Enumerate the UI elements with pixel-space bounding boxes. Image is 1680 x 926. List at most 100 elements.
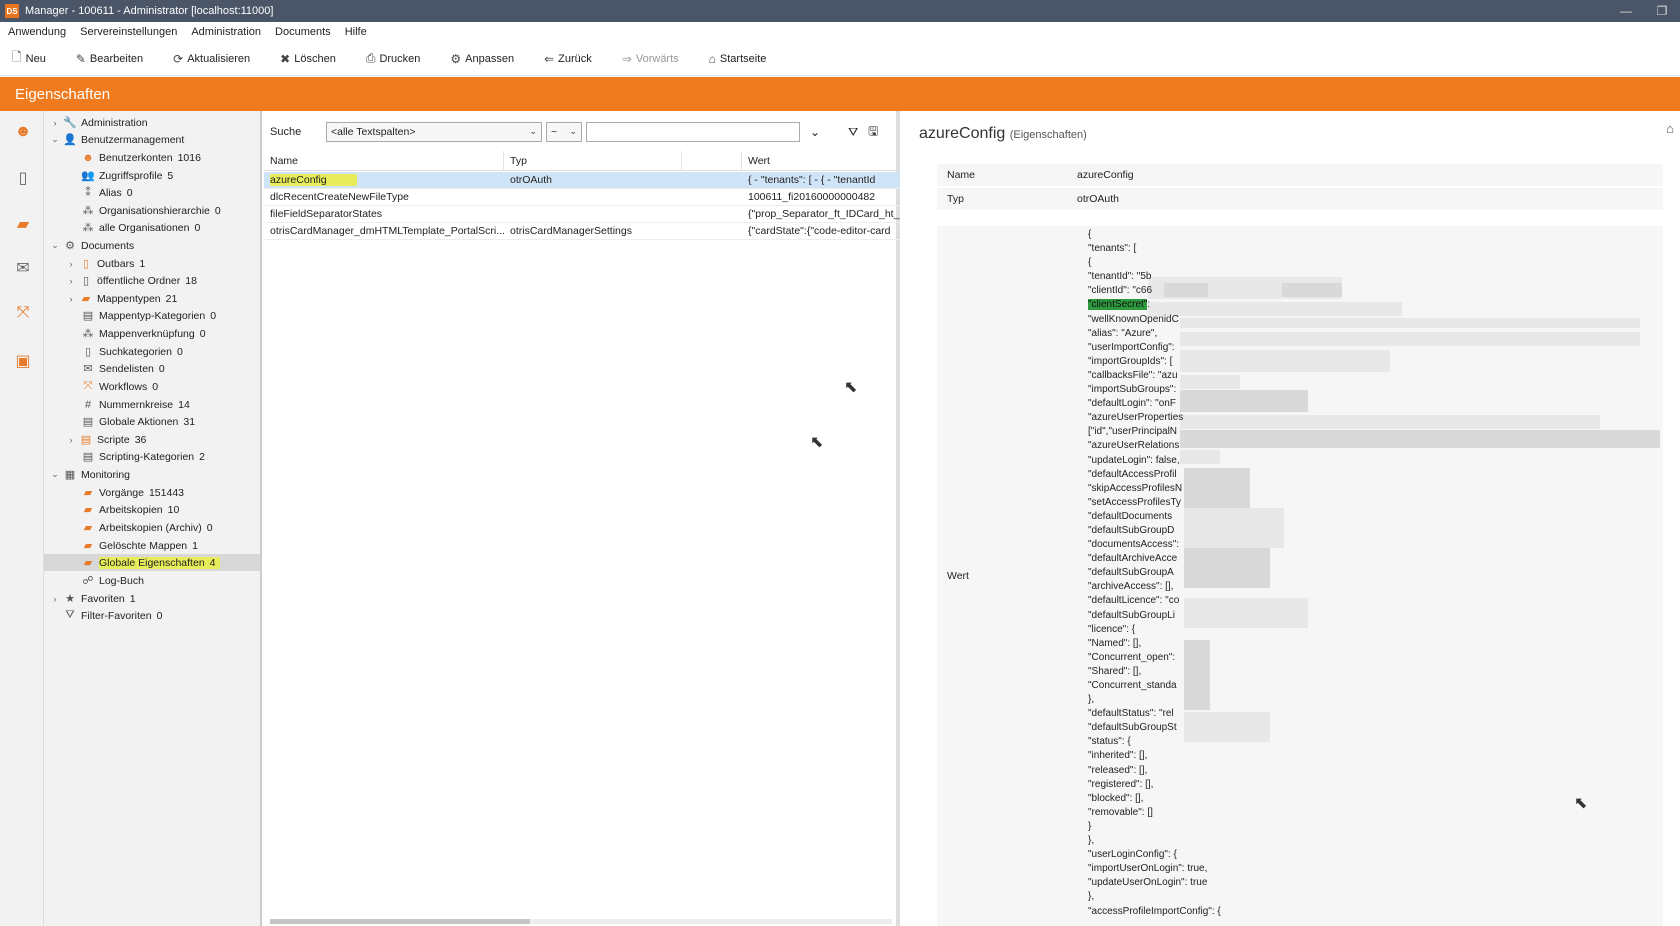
tree-item-filter-favoriten[interactable]: ⛛ Filter-Favoriten 0 <box>62 607 162 624</box>
column-header-wert[interactable]: Wert <box>742 151 900 171</box>
users-icon[interactable]: ☻ <box>12 123 34 145</box>
tree-item-arbeitskopien-archiv[interactable]: ▰ Arbeitskopien (Archiv) 0 <box>80 519 213 536</box>
tree-item-suchkategorien[interactable]: ▯ Suchkategorien 0 <box>80 343 183 360</box>
menu-anwendung[interactable]: Anwendung <box>8 26 66 38</box>
menu-servereinstellungen[interactable]: Servereinstellungen <box>80 26 177 38</box>
tree-item-zugriffsprofile[interactable]: 👥 Zugriffsprofile 5 <box>80 167 173 184</box>
json-line: "defaultDocuments <box>1088 510 1173 522</box>
search-dropdown-chevron-icon[interactable]: ⌄ <box>810 125 820 139</box>
name-value[interactable]: azureConfig <box>1077 169 1663 181</box>
folder-icon: ▰ <box>83 487 93 499</box>
tree-item-alias[interactable]: ⁑ Alias 0 <box>80 184 132 201</box>
table-row[interactable]: otrisCardManager_dmHTMLTemplate_PortalSc… <box>264 223 900 240</box>
expand-chevron-icon[interactable]: › <box>64 259 78 269</box>
edit-button[interactable]: ✎ Bearbeiten <box>76 52 143 66</box>
home-icon[interactable]: ⌂ <box>1666 121 1674 136</box>
forward-arrow-icon: ⇒ <box>621 51 632 66</box>
navigation-tree: › 🔧 Administration ⌄ 👤 Benutzermanagement ☻ B… <box>44 111 262 926</box>
mail-icon[interactable]: ✉ <box>12 258 34 280</box>
tree-item-mappentypen[interactable]: › ▰ Mappentypen 21 <box>64 290 178 307</box>
type-value[interactable]: otrOAuth <box>1077 193 1663 205</box>
expand-chevron-icon[interactable]: › <box>64 435 78 445</box>
tree-item-geloeschte-mappen[interactable]: ▰ Gelöschte Mappen 1 <box>80 537 198 554</box>
tree-item-outbars[interactable]: › ▯ Outbars 1 <box>64 255 146 272</box>
search-category-icon: ▯ <box>84 346 92 358</box>
tree-item-nummernkreise[interactable]: # Nummernkreise 14 <box>80 396 190 413</box>
menu-documents[interactable]: Documents <box>275 26 331 38</box>
json-line: "defaultLicence": "co <box>1088 595 1180 607</box>
delete-button[interactable]: ✖ Löschen <box>280 52 336 66</box>
collapse-chevron-icon[interactable]: ⌄ <box>48 240 62 251</box>
script-icon: ▤ <box>80 434 92 446</box>
tree-item-oeffentliche-ordner[interactable]: › ▯ öffentliche Ordner 18 <box>64 272 197 289</box>
filter-icon[interactable]: ⛛ <box>848 125 858 140</box>
tree-item-sendelisten[interactable]: ✉ Sendelisten 0 <box>80 360 164 377</box>
forward-button[interactable]: ⇒ Vorwärts <box>622 52 679 66</box>
menu-bar: Anwendung Servereinstellungen Administra… <box>0 22 1680 42</box>
search-operator-select[interactable]: ~ ⌄ <box>546 122 582 142</box>
phone-icon[interactable]: ▯ <box>12 168 34 190</box>
tree-item-log-buch[interactable]: ☍ Log-Buch <box>80 572 144 589</box>
menu-hilfe[interactable]: Hilfe <box>345 26 367 38</box>
tree-item-mappenverknuepfung[interactable]: ⁂ Mappenverknüpfung 0 <box>80 325 206 342</box>
column-header-typ[interactable]: Typ <box>504 150 682 171</box>
menu-administration[interactable]: Administration <box>191 26 261 38</box>
grid-header: Name Typ Wert <box>264 150 900 171</box>
toolbar: 🗋 Neu ✎ Bearbeiten ⟳ Aktualisieren ✖ Löschen… <box>0 42 1680 76</box>
expand-chevron-icon[interactable]: › <box>48 118 62 128</box>
expand-chevron-icon[interactable]: › <box>64 276 78 286</box>
tree-item-scripte[interactable]: › ▤ Scripte 36 <box>64 431 147 448</box>
json-value-text[interactable]: {"tenants": [{"tenantId": "5b "clientId":… <box>1088 228 1680 919</box>
tree-item-scripting-kategorien[interactable]: ▤ Scripting-Kategorien 2 <box>80 448 205 465</box>
table-row[interactable]: azureConfig otrOAuth { - "tenants": [ - … <box>264 172 900 189</box>
maximize-icon[interactable]: ❐ <box>1644 4 1680 18</box>
home-button[interactable]: ⌂ Startseite <box>709 52 767 66</box>
horizontal-scrollbar[interactable] <box>270 919 892 924</box>
name-label: Name <box>947 169 976 181</box>
json-line: "defaultAccessProfil <box>1088 468 1177 480</box>
table-row[interactable]: dlcRecentCreateNewFileType 100611_fi2016… <box>264 189 900 206</box>
tree-item-alle-organisationen[interactable]: ⁂ alle Organisationen 0 <box>80 219 201 236</box>
tree-item-globale-aktionen[interactable]: ▤ Globale Aktionen 31 <box>80 413 195 430</box>
collapse-chevron-icon[interactable]: ⌄ <box>48 469 62 480</box>
tree-item-organisationshierarchie[interactable]: ⁂ Organisationshierarchie 0 <box>80 202 221 219</box>
hierarchy-icon: ⁂ <box>82 205 94 217</box>
tree-item-favoriten[interactable]: › ★ Favoriten 1 <box>48 590 136 607</box>
tree-item-benutzermanagement[interactable]: ⌄ 👤 Benutzermanagement <box>48 131 184 148</box>
tree-item-globale-eigenschaften[interactable]: ▰ Globale Eigenschaften 4 <box>44 554 260 571</box>
type-label: Typ <box>947 193 964 205</box>
tree-item-mappentyp-kategorien[interactable]: ▤ Mappentyp-Kategorien 0 <box>80 307 216 324</box>
tree-item-vorgaenge[interactable]: ▰ Vorgänge 151443 <box>80 484 184 501</box>
calendar-icon[interactable]: ▣ <box>12 351 34 373</box>
table-row[interactable]: fileFieldSeparatorStates {"prop_Separato… <box>264 206 900 223</box>
workflow-icon[interactable]: ⤧ <box>12 304 34 326</box>
tree-item-workflows[interactable]: ⤧ Workflows 0 <box>80 378 158 395</box>
json-line: "userLoginConfig": { <box>1088 849 1177 861</box>
expand-chevron-icon[interactable]: › <box>48 594 62 604</box>
left-navigation-rail: ☻ ▯ ▰ ✉ ⤧ ▣ <box>0 111 44 926</box>
tree-item-monitoring[interactable]: ⌄ ▦ Monitoring <box>48 466 130 483</box>
json-line: "defaultLogin": "onF <box>1088 398 1176 410</box>
tree-item-documents[interactable]: ⌄ ⚙ Documents <box>48 237 134 254</box>
column-header-name[interactable]: Name <box>264 150 504 171</box>
tree-item-administration[interactable]: › 🔧 Administration <box>48 114 148 131</box>
minimize-icon[interactable]: — <box>1608 4 1644 18</box>
json-line: "defaultSubGroupA <box>1088 567 1174 579</box>
refresh-button[interactable]: ⟳ Aktualisieren <box>173 52 250 66</box>
expand-chevron-icon[interactable]: › <box>64 294 78 304</box>
collapse-chevron-icon[interactable]: ⌄ <box>48 134 62 145</box>
search-input[interactable] <box>586 122 800 142</box>
print-button[interactable]: ⎙ Drucken <box>366 51 421 66</box>
json-line: "wellKnownOpenidC <box>1088 313 1179 325</box>
json-line: "importGroupIds": [ <box>1088 355 1173 367</box>
search-column-select[interactable]: <alle Textspalten> ⌄ <box>326 122 542 142</box>
save-icon[interactable]: 🖫 <box>868 122 878 143</box>
new-button[interactable]: 🗋 Neu <box>12 48 46 69</box>
scrollbar-thumb[interactable] <box>270 919 530 924</box>
customize-button[interactable]: ⚙ Anpassen <box>450 52 514 66</box>
folder-icon[interactable]: ▰ <box>12 214 34 236</box>
back-button[interactable]: ⇐ Zurück <box>544 52 592 66</box>
tree-item-benutzerkonten[interactable]: ☻ Benutzerkonten 1016 <box>80 149 201 166</box>
tree-item-arbeitskopien[interactable]: ▰ Arbeitskopien 10 <box>80 501 180 518</box>
json-line: }, <box>1088 891 1095 903</box>
